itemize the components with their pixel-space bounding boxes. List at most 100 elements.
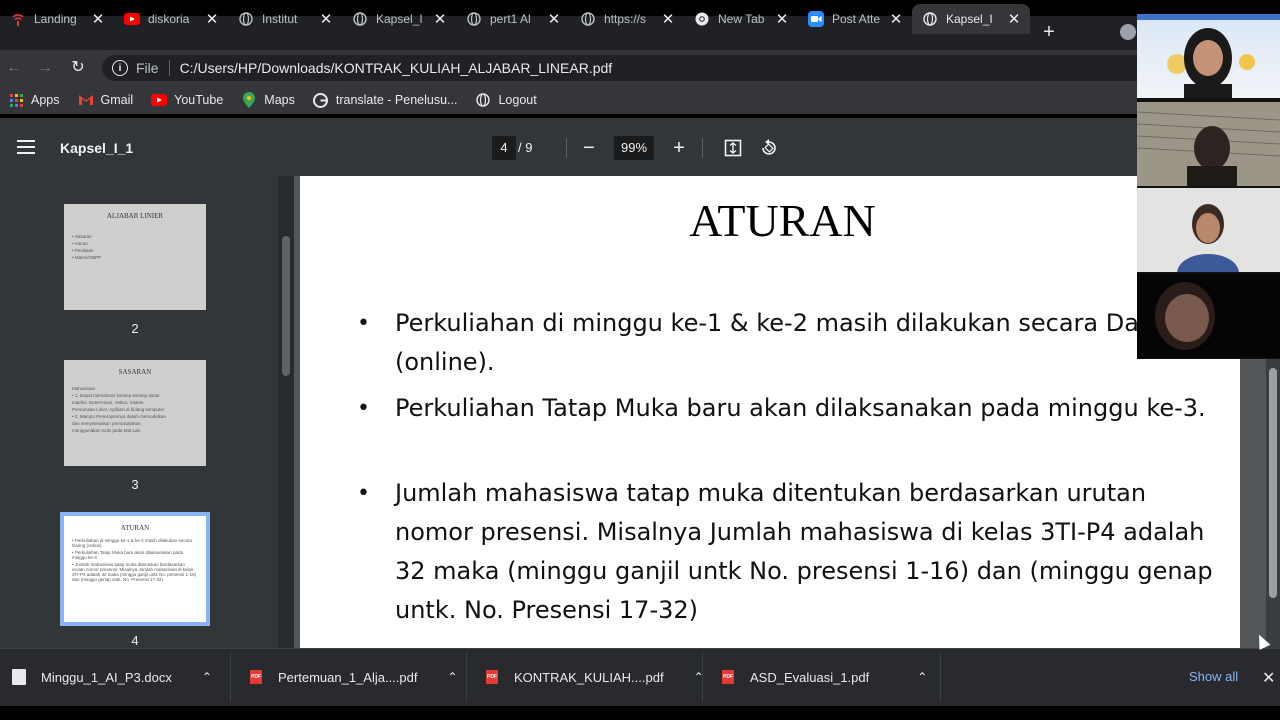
tab-title: Kapsel_I [946, 12, 993, 26]
tab-title: pert1 Al [490, 12, 531, 26]
close-tab-icon[interactable]: ✕ [660, 10, 676, 28]
thumbnail-page-number: 4 [131, 633, 139, 648]
page-thumbnail-3[interactable]: SASARAN Mahasiswa: • 1. Dapat memahami k… [64, 360, 206, 466]
scrollbar-thumb[interactable] [1269, 368, 1277, 598]
close-tab-icon[interactable]: ✕ [774, 10, 790, 28]
scrollbar-thumb[interactable] [282, 236, 290, 376]
page-number-input[interactable]: 4 [492, 136, 516, 160]
back-arrow-icon[interactable]: ← [4, 58, 24, 78]
download-item[interactable]: PDF Pertemuan_1_Alja....pdf ⌃ [250, 648, 458, 706]
fit-page-icon[interactable] [721, 136, 745, 160]
thumbnail-line: • Sasaran [72, 234, 92, 239]
tab-search-icon[interactable] [1120, 24, 1136, 40]
chevron-up-icon[interactable]: ⌃ [917, 670, 927, 684]
bookmark-logout[interactable]: Logout [475, 92, 537, 108]
screen: Landing ✕ diskoria ✕ Institut ✕ Kapsel_I… [0, 0, 1280, 720]
url-text[interactable]: C:/Users/HP/Downloads/KONTRAK_KULIAH_ALJ… [180, 60, 613, 76]
zoom-level-input[interactable]: 99% [614, 136, 654, 160]
apps-grid-icon [8, 92, 24, 108]
zoom-in-button[interactable]: + [667, 136, 691, 160]
page-thumbnail-4-selected[interactable]: ATURAN • Perkuliahan di minggu ke-1 & ke… [60, 512, 210, 626]
bookmark-label: Maps [264, 93, 295, 107]
tab-landing[interactable]: Landing ✕ [0, 4, 114, 34]
thumbnail-line: Mahasiswa: [72, 386, 96, 391]
chrome-icon [694, 11, 710, 27]
participant-video[interactable] [1137, 188, 1280, 272]
tab-institut[interactable]: Institut ✕ [228, 4, 342, 34]
close-tab-icon[interactable]: ✕ [318, 10, 334, 28]
bullet-dot-icon: • [357, 396, 370, 421]
pdf-file-icon: PDF [250, 670, 262, 684]
close-icon[interactable]: ✕ [1262, 668, 1275, 688]
signal-icon [10, 11, 26, 27]
thumbnail-line: • Materi/GBPP [72, 255, 102, 260]
shelf-divider [702, 652, 703, 702]
page-title: ATURAN [689, 195, 876, 246]
maps-pin-icon [241, 92, 257, 108]
tab-https[interactable]: https://s ✕ [570, 4, 684, 34]
youtube-icon [124, 11, 140, 27]
download-item[interactable]: Minggu_1_AI_P3.docx ⌃ [12, 648, 212, 706]
pdf-page: ATURAN • Perkuliahan di minggu ke-1 & ke… [300, 176, 1240, 648]
new-tab-button[interactable]: + [1039, 20, 1059, 44]
forward-arrow-icon[interactable]: → [35, 58, 55, 78]
rotate-icon[interactable] [757, 136, 781, 160]
show-all-downloads-link[interactable]: Show all [1189, 669, 1238, 684]
tab-title: New Tab [718, 12, 765, 26]
toolbar-divider [566, 138, 567, 158]
bookmark-label: Gmail [100, 93, 134, 107]
download-filename: Minggu_1_AI_P3.docx [41, 669, 172, 685]
bullet-text: Jumlah mahasiswa tatap muka ditentukan b… [395, 479, 1213, 624]
download-item[interactable]: PDF KONTRAK_KULIAH....pdf ⌃ [486, 648, 704, 706]
tab-kapsel-active[interactable]: Kapsel_I ✕ [912, 4, 1030, 34]
download-item[interactable]: PDF ASD_Evaluasi_1.pdf ⌃ [722, 648, 927, 706]
address-bar[interactable]: i File C:/Users/HP/Downloads/KONTRAK_KUL… [102, 55, 1142, 81]
sidebar-scrollbar[interactable] [278, 176, 294, 648]
tab-post-atte[interactable]: Post Atte ✕ [798, 4, 912, 34]
menu-icon[interactable] [17, 140, 35, 154]
reload-icon[interactable]: ↻ [68, 58, 88, 78]
download-filename: ASD_Evaluasi_1.pdf [750, 669, 870, 685]
info-icon[interactable]: i [112, 60, 128, 76]
zoom-out-button[interactable]: − [577, 136, 601, 160]
tab-pert1[interactable]: pert1 Al ✕ [456, 4, 570, 34]
youtube-icon [151, 92, 168, 108]
toolbar-divider [702, 138, 703, 158]
tab-kapsel[interactable]: Kapsel_I ✕ [342, 4, 456, 34]
bookmark-youtube[interactable]: YouTube [151, 92, 223, 108]
shelf-divider [466, 652, 467, 702]
globe-icon [352, 11, 368, 27]
participant-video[interactable] [1137, 14, 1280, 98]
bottom-black-bar [0, 706, 1280, 720]
globe-icon [475, 92, 491, 108]
bookmark-translate[interactable]: translate - Penelusu... [313, 92, 458, 108]
close-tab-icon[interactable]: ✕ [90, 10, 106, 28]
bookmark-label: translate - Penelusu... [335, 93, 458, 107]
participant-video[interactable] [1137, 274, 1280, 358]
close-tab-icon[interactable]: ✕ [888, 10, 904, 28]
bookmark-maps[interactable]: Maps [241, 92, 295, 108]
page-thumbnail-2[interactable]: ALJABAR LINIER • Sasaran • Aturan • Peni… [64, 204, 206, 310]
thumbnail-line: Persamaan Linier, Aplikasi di bidang kom… [72, 407, 165, 412]
participant-video[interactable] [1137, 102, 1280, 186]
thumbnail-page-number: 3 [131, 477, 139, 492]
bullet-item: • Perkuliahan di minggu ke-1 & ke-2 masi… [357, 304, 1225, 382]
thumbnail-page-number: 2 [131, 321, 139, 336]
chevron-up-icon[interactable]: ⌃ [202, 670, 212, 684]
bookmark-gmail[interactable]: Gmail [78, 92, 134, 108]
thumbnail-line: • 2. Mampu Penerapannya dalam memodelkan [72, 414, 166, 419]
bullet-item: • Jumlah mahasiswa tatap muka ditentukan… [357, 474, 1225, 630]
globe-icon [580, 11, 596, 27]
tab-new-tab[interactable]: New Tab ✕ [684, 4, 798, 34]
close-tab-icon[interactable]: ✕ [1006, 10, 1022, 28]
bookmarks-bar: Apps Gmail YouTube Maps translate - Pene… [0, 86, 1140, 114]
chevron-up-icon[interactable]: ⌃ [447, 670, 457, 684]
thumbnail-line: • Jumlah mahasiswa tatap muka ditentukan… [72, 562, 197, 582]
close-tab-icon[interactable]: ✕ [204, 10, 220, 28]
document-icon [12, 669, 26, 685]
bookmark-apps[interactable]: Apps [8, 92, 60, 108]
close-tab-icon[interactable]: ✕ [546, 10, 562, 28]
close-tab-icon[interactable]: ✕ [432, 10, 448, 28]
tab-diskoria[interactable]: diskoria ✕ [114, 4, 228, 34]
bookmark-label: Logout [498, 93, 537, 107]
